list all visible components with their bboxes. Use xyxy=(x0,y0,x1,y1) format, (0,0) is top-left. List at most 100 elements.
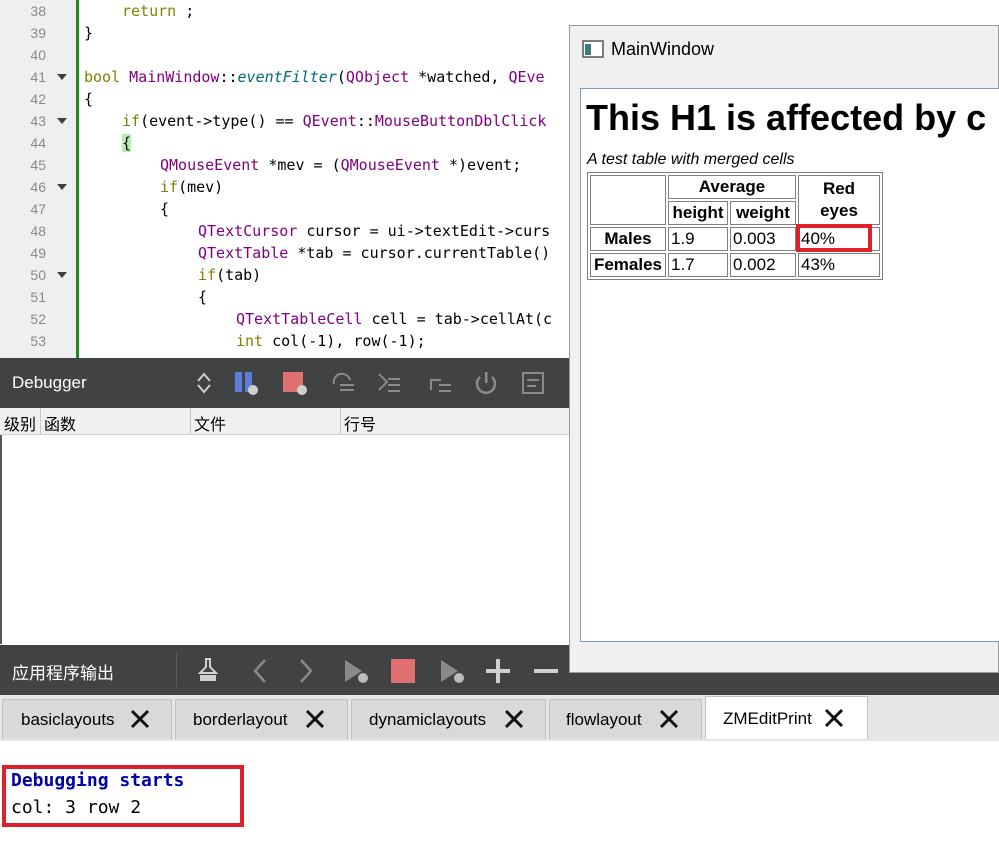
tab-label: ZMEditPrint xyxy=(723,709,812,728)
table-header-weight[interactable]: weight xyxy=(730,201,796,225)
line-number: 39 xyxy=(30,25,46,41)
code-line: QTextTable *tab = cursor.currentTable() xyxy=(198,244,551,262)
column-divider[interactable] xyxy=(190,408,191,434)
table-cell[interactable]: 1.9 xyxy=(668,227,728,251)
table-header-height[interactable]: height xyxy=(668,201,728,225)
close-tab-icon[interactable] xyxy=(129,708,151,730)
close-tab-icon[interactable] xyxy=(304,708,326,730)
row-label-females[interactable]: Females xyxy=(590,253,666,277)
line-number: 41 xyxy=(30,69,46,85)
rerun-icon[interactable] xyxy=(342,657,370,685)
clear-output-icon[interactable] xyxy=(196,657,224,685)
tab-flowlayout[interactable]: flowlayout xyxy=(549,699,702,739)
document-heading: This H1 is affected by c xyxy=(586,97,987,138)
code-line: { xyxy=(84,90,94,108)
code-line: if(tab) xyxy=(198,266,262,284)
stack-view-body[interactable] xyxy=(0,435,577,644)
code-line: int col(-1), row(-1); xyxy=(236,332,426,350)
code-line: QTextCursor cursor = ui->textEdit->curs xyxy=(198,222,551,240)
column-header-function[interactable]: 函数 xyxy=(44,411,76,435)
fold-marker-icon[interactable] xyxy=(57,272,67,278)
column-header-file[interactable]: 文件 xyxy=(194,411,226,435)
column-header-line[interactable]: 行号 xyxy=(344,411,376,435)
stop-running-icon[interactable] xyxy=(390,658,416,684)
highlight-box xyxy=(796,224,872,252)
zoom-out-icon[interactable] xyxy=(532,657,560,685)
operate-by-instruction-icon[interactable] xyxy=(520,370,546,396)
table-row: Females 1.7 0.002 43% xyxy=(590,253,880,277)
output-tab-bar: basiclayouts borderlayout dynamiclayouts… xyxy=(0,695,999,742)
line-number: 49 xyxy=(30,245,46,261)
line-number: 44 xyxy=(30,135,46,151)
attach-debugger-icon[interactable] xyxy=(438,657,466,685)
fold-marker-icon[interactable] xyxy=(57,184,67,190)
text-edit[interactable]: This H1 is affected by c A test table wi… xyxy=(580,88,999,642)
line-number: 46 xyxy=(30,179,46,195)
view-switch-arrows-icon[interactable] xyxy=(196,371,212,395)
line-number: 45 xyxy=(30,157,46,173)
code-line: QMouseEvent *mev = (QMouseEvent *)event; xyxy=(160,156,522,174)
column-header-level[interactable]: 级别 xyxy=(4,411,36,435)
code-line: bool MainWindow::eventFilter(QObject *wa… xyxy=(84,68,545,86)
line-number: 42 xyxy=(30,91,46,107)
close-tab-icon[interactable] xyxy=(503,708,525,730)
step-over-icon[interactable] xyxy=(330,370,356,396)
line-number: 53 xyxy=(30,333,46,349)
stop-debug-icon[interactable] xyxy=(282,370,308,396)
fold-marker-icon[interactable] xyxy=(57,74,67,80)
close-tab-icon[interactable] xyxy=(658,708,680,730)
line-number: 48 xyxy=(30,223,46,239)
red-eyes-label-1: Red xyxy=(822,179,856,198)
table-cell[interactable]: 43% xyxy=(798,253,880,277)
next-arrow-icon[interactable] xyxy=(296,657,316,685)
row-label-males[interactable]: Males xyxy=(590,227,666,251)
fold-marker-icon[interactable] xyxy=(57,118,67,124)
code-line: if(event->type() == QEvent::MouseButtonD… xyxy=(122,112,547,130)
code-line: } xyxy=(84,24,94,42)
step-out-icon[interactable] xyxy=(427,370,453,396)
table-header-average[interactable]: Average xyxy=(668,175,796,199)
code-line: { xyxy=(198,288,208,306)
tab-label: basiclayouts xyxy=(21,710,115,729)
table-cell-empty[interactable] xyxy=(590,175,666,225)
restart-debug-icon[interactable] xyxy=(473,370,499,396)
tab-borderlayout[interactable]: borderlayout xyxy=(175,699,348,739)
debugger-title: Debugger xyxy=(12,373,87,392)
code-line: { xyxy=(122,134,132,152)
app-output-title: 应用程序输出 xyxy=(12,664,114,683)
code-line: return ; xyxy=(122,2,195,20)
table-cell[interactable]: 0.002 xyxy=(730,253,796,277)
tab-label: dynamiclayouts xyxy=(369,710,487,729)
line-number: 51 xyxy=(30,289,46,305)
toolbar-divider xyxy=(176,653,177,687)
stack-view-header: 级别 函数 文件 行号 xyxy=(0,408,575,435)
zoom-in-icon[interactable] xyxy=(484,657,512,685)
table-cell[interactable]: 1.7 xyxy=(668,253,728,277)
column-divider[interactable] xyxy=(40,408,41,434)
code-line: QTextTableCell cell = tab->cellAt(c xyxy=(236,310,553,328)
continue-debug-icon[interactable] xyxy=(233,370,259,396)
table-caption: A test table with merged cells xyxy=(587,151,795,168)
code-line: { xyxy=(160,200,170,218)
line-number: 50 xyxy=(30,267,46,283)
close-tab-icon[interactable] xyxy=(823,707,845,729)
line-number: 52 xyxy=(30,311,46,327)
tab-dynamiclayouts[interactable]: dynamiclayouts xyxy=(351,699,546,739)
line-number: 43 xyxy=(30,113,46,129)
window-title: MainWindow xyxy=(611,39,715,59)
step-into-icon[interactable] xyxy=(376,370,402,396)
tab-zmeditprint[interactable]: ZMEditPrint xyxy=(705,696,868,739)
red-eyes-label-2: eyes xyxy=(820,201,858,220)
main-window[interactable]: MainWindow This H1 is affected by c A te… xyxy=(569,25,999,673)
tab-basiclayouts[interactable]: basiclayouts xyxy=(2,699,172,739)
tab-label: borderlayout xyxy=(193,710,288,729)
table-header-red-eyes[interactable]: Red eyes xyxy=(798,175,880,225)
previous-arrow-icon[interactable] xyxy=(250,657,270,685)
code-line: if(mev) xyxy=(160,178,224,196)
line-number: 38 xyxy=(30,3,46,19)
table-cell[interactable]: 0.003 xyxy=(730,227,796,251)
tab-label: flowlayout xyxy=(566,710,642,729)
column-divider[interactable] xyxy=(340,408,341,434)
line-number: 40 xyxy=(30,47,46,63)
window-app-icon xyxy=(582,40,604,58)
